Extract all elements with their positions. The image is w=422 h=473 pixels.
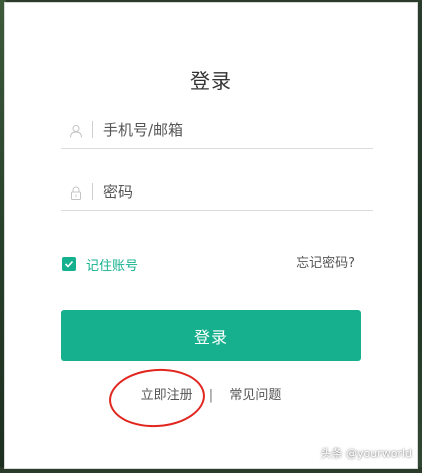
- user-icon: [69, 123, 83, 138]
- remember-account-label[interactable]: 记住账号: [86, 255, 138, 274]
- account-input[interactable]: [103, 117, 363, 143]
- field-separator: [92, 121, 93, 138]
- lock-icon: [69, 185, 83, 200]
- password-field[interactable]: [61, 175, 373, 211]
- login-button[interactable]: 登录: [61, 310, 361, 361]
- dialog-title: 登录: [190, 69, 232, 93]
- faq-link[interactable]: 常见问题: [229, 384, 281, 403]
- bottom-links: 立即注册 | 常见问题: [5, 384, 417, 403]
- field-separator: [92, 183, 93, 200]
- forgot-password-link[interactable]: 忘记密码?: [296, 252, 355, 271]
- login-dialog: 登录 记住账号 忘记密码? 登录: [4, 2, 418, 469]
- register-link[interactable]: 立即注册: [141, 384, 193, 403]
- remember-account-checkbox[interactable]: 记住账号: [62, 254, 138, 274]
- checkbox-checked-icon[interactable]: [62, 257, 76, 271]
- link-divider: |: [208, 388, 214, 403]
- account-field[interactable]: [61, 113, 373, 149]
- watermark: 头条 @yourworld: [320, 447, 412, 460]
- password-input[interactable]: [103, 179, 363, 205]
